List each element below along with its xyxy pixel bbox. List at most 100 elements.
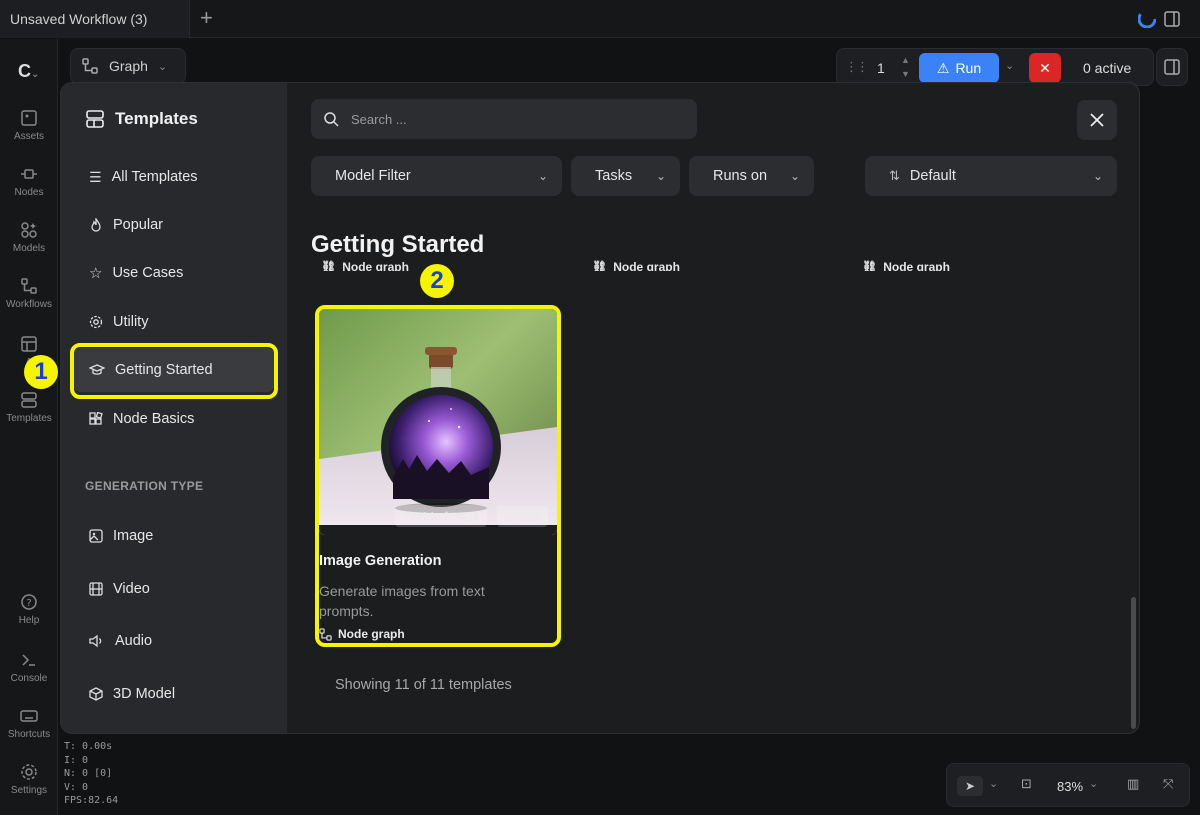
- card-description: Generate images from text prompts.: [319, 583, 485, 619]
- runs-on-dropdown[interactable]: Runs on ⌄: [689, 156, 814, 196]
- workflow-tab-title: Unsaved Workflow (3): [10, 11, 148, 27]
- close-icon: [1090, 113, 1104, 127]
- panel-toggle-button[interactable]: [1156, 48, 1188, 86]
- active-queue-label[interactable]: 0 active: [1083, 60, 1131, 76]
- highlight-box: [70, 343, 278, 399]
- template-card[interactable]: Text to Image Image Image Generation Gen…: [315, 305, 561, 647]
- step-badge-2: 2: [420, 264, 454, 298]
- link-visibility-icon[interactable]: ⤧: [1163, 776, 1173, 792]
- tasks-dropdown[interactable]: Tasks ⌄: [571, 156, 680, 196]
- workflow-icon: ⛓: [592, 260, 608, 271]
- chevron-down-icon: ⌄: [789, 169, 800, 183]
- sort-icon: ⇅: [889, 168, 900, 183]
- templates-icon: [86, 110, 104, 128]
- list-icon: ☰: [89, 168, 102, 185]
- nav-item-use-cases[interactable]: ☆ Use Cases: [73, 251, 275, 295]
- flame-icon: [91, 218, 101, 232]
- card-thumbnail: [319, 309, 557, 535]
- nav-item-3d-model[interactable]: 3D Model: [73, 672, 275, 716]
- nav-item-video[interactable]: Video: [73, 567, 275, 611]
- templates-icon: [21, 392, 37, 408]
- layout-icon[interactable]: [1164, 11, 1180, 27]
- node-icon: [21, 169, 37, 179]
- chevron-down-icon: ⌄: [1092, 169, 1103, 183]
- svg-text:?: ?: [26, 598, 31, 609]
- run-options-chevron-icon[interactable]: ⌄: [1005, 59, 1014, 72]
- model-filter-dropdown[interactable]: Model Filter ⌄: [311, 156, 562, 196]
- section-title: Getting Started: [311, 231, 485, 258]
- search-input[interactable]: [351, 111, 671, 127]
- workflow-tab[interactable]: Unsaved Workflow (3): [0, 0, 190, 38]
- canvas-controls: ➤ ⌄ ⊡ 83% ⌄ ▥ ⤧: [946, 763, 1190, 807]
- stop-button[interactable]: ✕: [1029, 53, 1061, 83]
- chevron-down-icon[interactable]: ⌄: [989, 777, 998, 790]
- potion-bottle-image: [319, 309, 557, 535]
- render-stats: T: 0.00s I: 0 N: 0 [0] V: 0 FPS:82.64: [64, 741, 119, 806]
- templates-sidebar: Templates ☰ All Templates Popular ☆ Use …: [61, 83, 287, 733]
- layout-icon: [21, 336, 37, 352]
- nav-item-node-basics[interactable]: Node Basics: [73, 397, 275, 441]
- rail-item-workflows[interactable]: Workflows: [0, 277, 58, 310]
- close-button[interactable]: [1077, 100, 1117, 140]
- nav-item-utility[interactable]: Utility: [73, 300, 275, 344]
- help-icon: ?: [21, 594, 37, 610]
- minimap-icon[interactable]: ▥: [1127, 776, 1139, 792]
- scrollbar-thumb[interactable]: [1131, 597, 1136, 729]
- rail-item-models[interactable]: Models: [0, 221, 58, 254]
- pointer-icon[interactable]: ➤: [957, 776, 983, 796]
- run-button[interactable]: ⚠ Run: [919, 53, 999, 83]
- batch-count-input[interactable]: 1: [877, 60, 885, 76]
- rail-item-console[interactable]: Console: [0, 651, 58, 684]
- rail-item-nodes[interactable]: Nodes: [0, 165, 58, 198]
- rail-item-templates[interactable]: Templates: [0, 391, 58, 424]
- chevron-down-icon: ⌄: [157, 60, 168, 73]
- clipped-card-meta: ⛓ Node graph: [321, 259, 409, 271]
- star-icon: ☆: [89, 265, 103, 282]
- image-icon: [89, 529, 103, 543]
- tag-text-to-image: Text to Image: [395, 505, 488, 527]
- card-title: Image Generation: [319, 553, 442, 569]
- comfy-logo-icon[interactable]: C⌄: [18, 61, 39, 82]
- workflow-icon: [319, 627, 332, 641]
- chevron-down-icon: ⌄: [537, 169, 548, 183]
- run-toolbar: ⋮⋮ 1 ▲ ▼ ⚠ Run ⌄ ✕ 0 active: [836, 48, 1154, 86]
- gear-icon: [21, 764, 37, 780]
- chevron-down-icon[interactable]: ⌄: [1089, 777, 1098, 790]
- stepper-icon[interactable]: ▲ ▼: [901, 53, 910, 81]
- workflow-icon: ⛓: [862, 260, 878, 271]
- workflow-icon: ⛓: [321, 260, 337, 271]
- tag-image: Image: [497, 505, 548, 527]
- models-icon: [21, 222, 37, 238]
- speaker-icon: [89, 634, 102, 648]
- nav-item-popular[interactable]: Popular: [73, 203, 275, 247]
- search-icon: [324, 112, 339, 127]
- clipped-card-meta: ⛓ Node graph: [862, 259, 950, 271]
- modal-title: Templates: [85, 109, 198, 129]
- blocks-icon: [89, 412, 103, 425]
- nav-item-audio[interactable]: Audio: [73, 619, 275, 663]
- rail-item-assets[interactable]: Assets: [0, 109, 58, 142]
- chevron-down-icon: ⌄: [655, 169, 666, 183]
- results-count: Showing 11 of 11 templates: [335, 677, 512, 693]
- app-logo-icon[interactable]: [1138, 10, 1156, 28]
- terminal-icon: [22, 654, 35, 666]
- fit-view-icon[interactable]: ⊡: [1021, 776, 1032, 792]
- search-bar: [311, 99, 697, 139]
- zoom-level[interactable]: 83%: [1057, 779, 1083, 794]
- rail-item-settings[interactable]: Settings: [0, 763, 58, 796]
- gear-icon: [89, 315, 103, 329]
- image-icon: [21, 110, 37, 126]
- cube-icon: [89, 687, 103, 701]
- nav-item-all-templates[interactable]: ☰ All Templates: [73, 155, 275, 199]
- graph-mode-button[interactable]: Graph ⌄: [70, 48, 186, 84]
- workflow-icon: [82, 58, 98, 74]
- drag-handle-icon[interactable]: ⋮⋮: [845, 59, 869, 75]
- rail-item-help[interactable]: ? Help: [0, 593, 58, 626]
- sidebar-icon: [1164, 59, 1180, 75]
- sort-dropdown[interactable]: ⇅ Default ⌄: [865, 156, 1117, 196]
- new-tab-icon[interactable]: +: [200, 7, 213, 29]
- rail-item-shortcuts[interactable]: Shortcuts: [0, 707, 58, 740]
- templates-modal: Templates ☰ All Templates Popular ☆ Use …: [60, 82, 1140, 734]
- workflow-icon: [21, 278, 37, 294]
- nav-item-image[interactable]: Image: [73, 514, 275, 558]
